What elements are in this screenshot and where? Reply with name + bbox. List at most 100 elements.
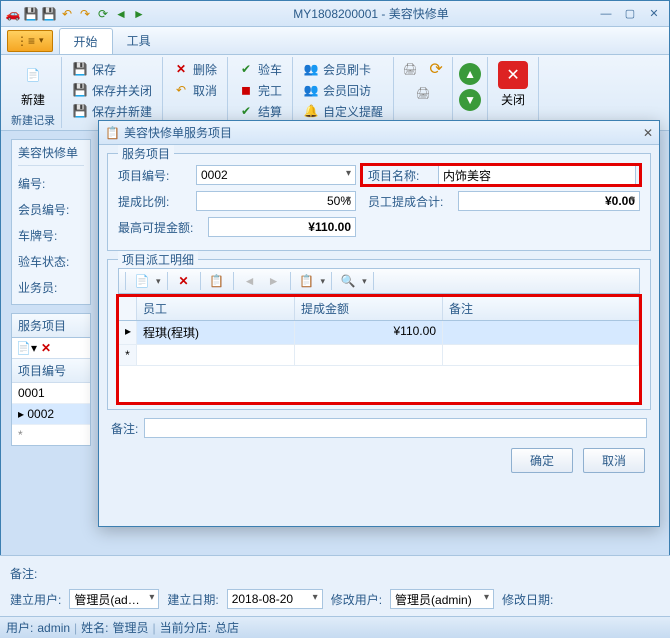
close-icon: ✕ xyxy=(498,61,528,89)
maximize-icon[interactable]: ▢ xyxy=(619,6,641,22)
panel-title: 美容快修单 xyxy=(18,144,84,166)
undo-icon[interactable]: ↶ xyxy=(59,6,75,22)
card-icon: 👥 xyxy=(303,61,319,77)
save-icon: 💾 xyxy=(72,61,88,77)
tab-tools[interactable]: 工具 xyxy=(113,28,165,53)
save-new-button[interactable]: 💾保存并新建 xyxy=(68,101,156,121)
col-amt: 提成金额 xyxy=(295,297,443,320)
new-icon: 📄 xyxy=(17,61,49,89)
save-button[interactable]: 💾保存 xyxy=(68,59,156,79)
cancel-button[interactable]: 取消 xyxy=(583,448,645,473)
redo-icon[interactable]: ↷ xyxy=(77,6,93,22)
cu-label: 建立用户: xyxy=(10,591,61,608)
next-icon[interactable]: ► xyxy=(131,6,147,22)
close-icon[interactable]: ✕ xyxy=(643,6,665,22)
refresh-icon[interactable]: ⟳ xyxy=(95,6,111,22)
nav-prev-icon[interactable]: ◄ xyxy=(240,271,260,291)
rate-field[interactable]: 50% xyxy=(196,191,356,211)
footer: 备注: 建立用户: 管理员(ad… 建立日期: 2018-08-20 修改用户:… xyxy=(0,555,670,616)
mu-label: 修改用户: xyxy=(331,591,382,608)
mu-field[interactable]: 管理员(admin) xyxy=(390,589,494,609)
member-label: 会员编号: xyxy=(18,201,74,218)
table-row-new[interactable]: * xyxy=(119,345,639,366)
delete-row-icon[interactable]: ✕ xyxy=(174,271,194,291)
service-item-dialog: 📋 美容快修单服务项目 ✕ 服务项目 项目编号: 0002 项目名称: 内饰美容… xyxy=(98,120,660,527)
proj-name-field[interactable]: 内饰美容 xyxy=(438,165,636,185)
new-row-icon[interactable]: 📄 xyxy=(132,271,152,291)
save-close-icon[interactable]: 💾 xyxy=(41,6,57,22)
cancel-icon: ↶ xyxy=(173,82,189,98)
col-rem: 备注 xyxy=(443,297,639,320)
md-label: 修改日期: xyxy=(502,591,553,608)
menu-bar: ⋮≡▾ 开始 工具 xyxy=(1,27,669,55)
bz-label: 备注: xyxy=(111,420,138,437)
proj-num-label: 项目编号: xyxy=(118,167,190,184)
nav-next-icon[interactable]: ► xyxy=(264,271,284,291)
bell-icon: 🔔 xyxy=(303,103,319,119)
settle-icon: ✔ xyxy=(238,103,254,119)
copy-icon[interactable]: 📋 xyxy=(207,271,227,291)
minimize-icon[interactable]: — xyxy=(595,6,617,22)
save-icon[interactable]: 💾 xyxy=(23,6,39,22)
down-icon[interactable]: ▼ xyxy=(459,89,481,111)
check-icon: ✔ xyxy=(238,61,254,77)
prev-icon[interactable]: ◄ xyxy=(113,6,129,22)
save-close-button[interactable]: 💾保存并关闭 xyxy=(68,80,156,100)
list-item-new[interactable]: * xyxy=(12,425,90,445)
new-button[interactable]: 📄 新建 xyxy=(13,59,53,110)
up-icon[interactable]: ▲ xyxy=(459,63,481,85)
window-title: MY1808200001 - 美容快修单 xyxy=(147,5,595,22)
bz-label: 备注: xyxy=(10,565,37,582)
dialog-title: 美容快修单服务项目 xyxy=(124,124,232,141)
save-close-icon: 💾 xyxy=(72,82,88,98)
max-label: 最高可提金额: xyxy=(118,219,202,236)
member-visit-button[interactable]: 👥会员回访 xyxy=(299,80,387,100)
table-row[interactable]: ▸ 程琪(程琪) ¥110.00 xyxy=(119,321,639,345)
delete-icon: ✕ xyxy=(173,61,189,77)
file-menu-button[interactable]: ⋮≡▾ xyxy=(7,30,53,52)
inspect-button[interactable]: ✔验车 xyxy=(234,59,286,79)
max-field: ¥110.00 xyxy=(208,217,356,237)
delete-button[interactable]: ✕删除 xyxy=(169,59,221,79)
group-new-label: 新建记录 xyxy=(11,112,55,128)
settle-button[interactable]: ✔结算 xyxy=(234,101,286,121)
finish-button[interactable]: ◼完工 xyxy=(234,80,286,100)
del-row-icon[interactable]: ✕ xyxy=(41,341,51,355)
rate-label: 提成比例: xyxy=(118,193,190,210)
custom-remind-button[interactable]: 🔔自定义提醒 xyxy=(299,101,387,121)
proj-num-field[interactable]: 0002 xyxy=(196,165,356,185)
ok-button[interactable]: 确定 xyxy=(511,448,573,473)
svc-legend: 服务项目 xyxy=(118,145,174,162)
detail-toolbar: 📄▾ ✕ 📋 ◄ ► 📋▾ 🔍▾ xyxy=(118,268,640,294)
dialog-icon: 📋 xyxy=(105,126,120,140)
tab-start[interactable]: 开始 xyxy=(59,28,113,54)
close-button[interactable]: ✕ 关闭 xyxy=(494,59,532,110)
finish-icon: ◼ xyxy=(238,82,254,98)
dialog-close-icon[interactable]: ✕ xyxy=(643,126,653,140)
proj-name-label: 项目名称: xyxy=(368,167,432,184)
main-titlebar: 🚗 💾 💾 ↶ ↷ ⟳ ◄ ► MY1808200001 - 美容快修单 — ▢… xyxy=(1,1,669,27)
num-label: 编号: xyxy=(18,175,74,192)
search-icon[interactable]: 🔍 xyxy=(338,271,358,291)
preview-icon[interactable]: 🖨 xyxy=(413,83,433,103)
list-item[interactable]: ▸ 0002 xyxy=(12,404,90,425)
paste-icon[interactable]: 📋 xyxy=(297,271,317,291)
svc-tab[interactable]: 服务项目 xyxy=(12,314,90,338)
emp-total-label: 员工提成合计: xyxy=(368,193,452,210)
bz-field[interactable] xyxy=(144,418,647,438)
new-row-icon[interactable]: 📄▾ xyxy=(16,341,37,355)
cd-label: 建立日期: xyxy=(167,591,218,608)
detail-grid[interactable]: 员工 提成金额 备注 ▸ 程琪(程琪) ¥110.00 * xyxy=(118,296,640,403)
list-item[interactable]: 0001 xyxy=(12,383,90,404)
col-emp: 员工 xyxy=(137,297,295,320)
emp-total-field[interactable]: ¥0.00 xyxy=(458,191,640,211)
refresh-icon[interactable]: ⟳ xyxy=(426,59,446,79)
visit-icon: 👥 xyxy=(303,82,319,98)
member-card-button[interactable]: 👥会员刷卡 xyxy=(299,59,387,79)
cancel-button[interactable]: ↶取消 xyxy=(169,80,221,100)
print-icon[interactable]: 🖨 xyxy=(400,59,420,79)
app-icon: 🚗 xyxy=(5,6,21,22)
cd-field[interactable]: 2018-08-20 xyxy=(227,589,323,609)
cu-field[interactable]: 管理员(ad… xyxy=(69,589,159,609)
detail-legend: 项目派工明细 xyxy=(118,251,198,268)
